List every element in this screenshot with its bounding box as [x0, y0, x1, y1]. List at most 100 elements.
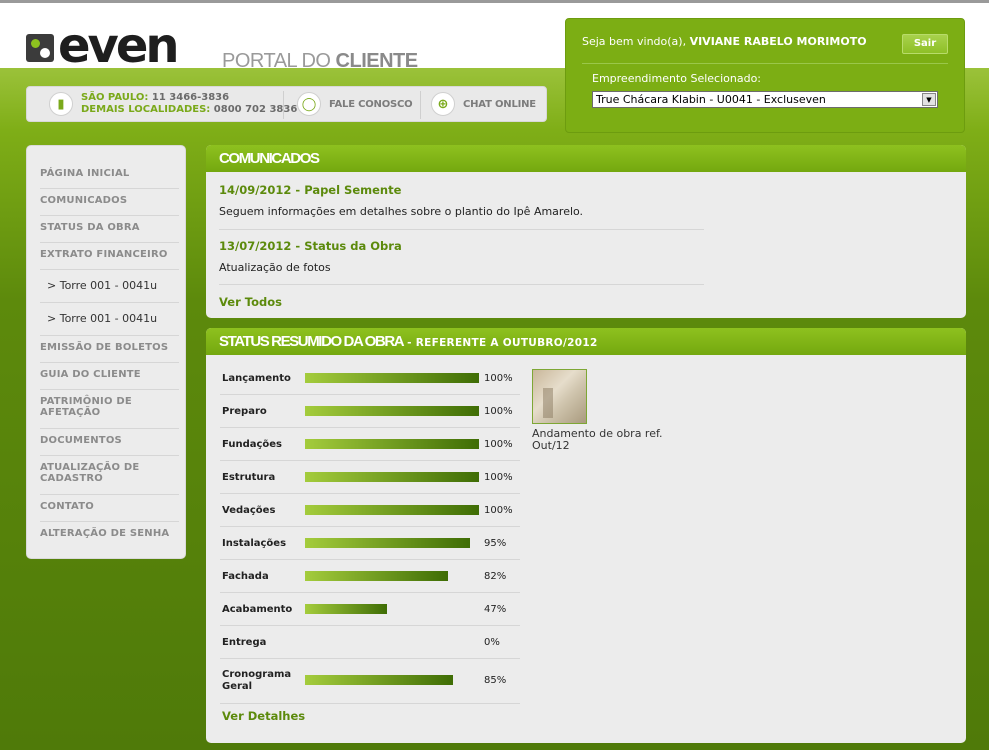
sidebar-item-emissao-de-boletos[interactable]: EMISSÃO DE BOLETOS: [40, 336, 179, 363]
news-body: Atualização de fotos: [219, 261, 331, 274]
progress-fill: [305, 538, 471, 548]
progress-fill: [305, 675, 453, 685]
sidebar-item-comunicados[interactable]: COMUNICADOS: [40, 189, 179, 216]
greeting: Seja bem vindo(a),: [582, 35, 687, 48]
status-row-label: Cronograma Geral: [222, 669, 292, 692]
phone-icon: ▮: [49, 92, 73, 116]
status-row-label: Preparo: [222, 406, 267, 417]
progress-fill: [305, 406, 479, 416]
details-link[interactable]: Ver Detalhes: [222, 709, 305, 723]
status-row-label: Entrega: [222, 637, 267, 648]
status-row: Estrutura 100%: [220, 461, 520, 494]
sidebar-item-status-da-obra[interactable]: STATUS DA OBRA: [40, 216, 179, 243]
logo-text: even: [58, 18, 180, 74]
status-title-sub: - REFERENTE A OUTUBRO/2012: [403, 337, 598, 349]
status-row-label: Estrutura: [222, 472, 276, 483]
progress-percent: 82%: [484, 571, 507, 582]
project-select-value: True Chácara Klabin - U0041 - Excluseven: [596, 93, 826, 106]
sidebar-item-guia-do-cliente[interactable]: GUIA DO CLIENTE: [40, 363, 179, 390]
portal-title-bold: CLIENTE: [335, 50, 419, 72]
sidebar-item-documentos[interactable]: DOCUMENTOS: [40, 429, 179, 456]
progress-fill: [305, 604, 387, 614]
status-row-label: Acabamento: [222, 604, 293, 615]
news-item: 13/07/2012 - Status da Obra Atualização …: [219, 239, 704, 285]
communications-title: COMUNICADOS: [206, 145, 966, 172]
progress-bar: [305, 675, 479, 685]
progress-bar: [305, 571, 479, 581]
divider: [582, 63, 948, 64]
status-row: Fachada 82%: [220, 560, 520, 593]
dropdown-arrow-icon[interactable]: ▼: [922, 93, 936, 106]
other-label: DEMAIS LOCALIDADES:: [81, 104, 211, 115]
welcome-text: Seja bem vindo(a), VIVIANE RABELO MORIMO…: [582, 35, 867, 48]
sp-label: SÃO PAULO:: [81, 92, 149, 103]
portal-title-prefix: PORTAL DO: [222, 50, 336, 72]
news-title-link[interactable]: 13/07/2012 - Status da Obra: [219, 239, 704, 253]
progress-bar: [305, 538, 479, 548]
progress-bar: [305, 637, 479, 647]
progress-bar: [305, 472, 479, 482]
progress-percent: 100%: [484, 439, 513, 450]
status-title-main: STATUS RESUMIDO DA OBRA: [219, 333, 405, 350]
contact-link[interactable]: ◯ FALE CONOSCO: [297, 87, 413, 121]
status-row: Instalações 95%: [220, 527, 520, 560]
sidebar-item-pagina-inicial[interactable]: PÁGINA INICIAL: [40, 162, 179, 189]
phone-lines: SÃO PAULO: 11 3466-3836 DEMAIS LOCALIDAD…: [81, 92, 297, 116]
sidebar-item-contato[interactable]: CONTATO: [40, 495, 179, 522]
divider: [420, 91, 421, 119]
sidebar-subitem-torre[interactable]: > Torre 001 - 0041u: [40, 303, 179, 336]
news-body: Seguem informações em detalhes sobre o p…: [219, 205, 584, 218]
project-label: Empreendimento Selecionado:: [592, 72, 762, 85]
status-title: STATUS RESUMIDO DA OBRA - REFERENTE A OU…: [206, 328, 966, 355]
sidebar-item-atualizacao-de-cadastro[interactable]: ATUALIZAÇÃO DE CADASTRO: [40, 456, 179, 495]
progress-fill: [305, 505, 479, 515]
status-row: Preparo 100%: [220, 395, 520, 428]
communications-panel: COMUNICADOS 14/09/2012 - Papel Semente S…: [206, 145, 966, 318]
progress-percent: 47%: [484, 604, 507, 615]
sidebar-item-extrato-financeiro[interactable]: EXTRATO FINANCEIRO: [40, 243, 179, 270]
status-row-label: Fachada: [222, 571, 269, 582]
status-row: Cronograma Geral 85%: [220, 659, 520, 704]
progress-bar: [305, 604, 479, 614]
chat-link[interactable]: ⊕ CHAT ONLINE: [431, 87, 536, 121]
progress-percent: 100%: [484, 505, 513, 516]
status-row-label: Lançamento: [222, 373, 291, 384]
construction-photo[interactable]: [532, 369, 587, 424]
status-row: Entrega 0%: [220, 626, 520, 659]
sidebar-subitem-torre[interactable]: > Torre 001 - 0041u: [40, 270, 179, 303]
status-row: Lançamento 100%: [220, 362, 520, 395]
progress-percent: 0%: [484, 637, 500, 648]
news-title-link[interactable]: 14/09/2012 - Papel Semente: [219, 183, 704, 197]
even-logo[interactable]: even: [26, 18, 216, 76]
progress-fill: [305, 472, 479, 482]
progress-fill: [305, 571, 448, 581]
chat-label: CHAT ONLINE: [463, 98, 536, 110]
progress-bar: [305, 505, 479, 515]
sidebar-item-patrimonio-de-afetacao[interactable]: PATRIMÔNIO DE AFETAÇÃO: [40, 390, 179, 429]
globe-icon: ⊕: [431, 92, 455, 116]
status-row: Acabamento 47%: [220, 593, 520, 626]
progress-fill: [305, 373, 479, 383]
status-row: Fundações 100%: [220, 428, 520, 461]
progress-bar: [305, 439, 479, 449]
phone-info: ▮ SÃO PAULO: 11 3466-3836 DEMAIS LOCALID…: [49, 87, 297, 121]
user-panel: Seja bem vindo(a), VIVIANE RABELO MORIMO…: [565, 18, 965, 133]
sidebar-item-alteracao-de-senha[interactable]: ALTERAÇÃO DE SENHA: [40, 522, 179, 549]
speech-bubble-icon: ◯: [297, 92, 321, 116]
logout-button[interactable]: Sair: [902, 34, 948, 54]
sp-phone: 11 3466-3836: [151, 92, 230, 103]
progress-fill: [305, 439, 479, 449]
status-panel: STATUS RESUMIDO DA OBRA - REFERENTE A OU…: [206, 328, 966, 743]
contact-bar: ▮ SÃO PAULO: 11 3466-3836 DEMAIS LOCALID…: [26, 86, 547, 122]
contact-label: FALE CONOSCO: [329, 98, 413, 110]
see-all-link[interactable]: Ver Todos: [219, 295, 282, 309]
project-select[interactable]: True Chácara Klabin - U0041 - Excluseven…: [592, 91, 938, 108]
progress-bar: [305, 406, 479, 416]
divider: [283, 91, 284, 119]
news-item: 14/09/2012 - Papel Semente Seguem inform…: [219, 183, 704, 230]
progress-percent: 100%: [484, 472, 513, 483]
logo-mark-icon: [26, 34, 54, 62]
status-row-label: Fundações: [222, 439, 283, 450]
status-row-label: Instalações: [222, 538, 287, 549]
other-phone: 0800 702 3836: [213, 104, 298, 115]
